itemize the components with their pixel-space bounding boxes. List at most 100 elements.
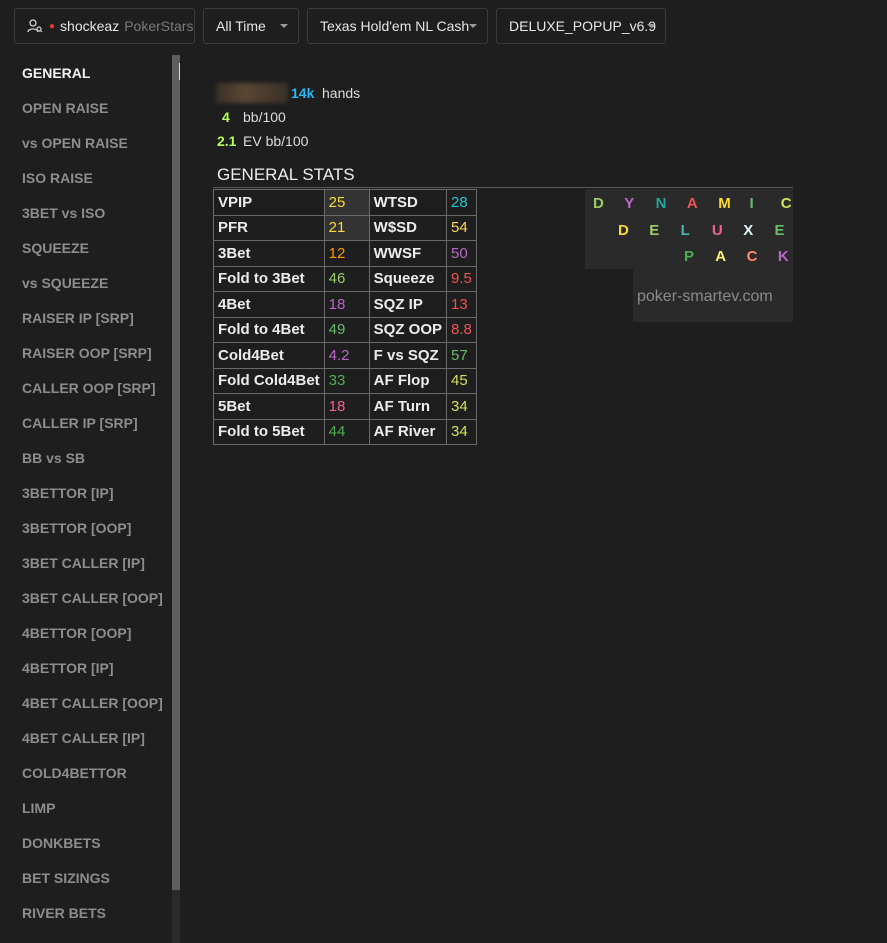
stat-value[interactable]: 25: [323, 189, 370, 216]
sidebar-item[interactable]: BET SIZINGS: [22, 870, 110, 886]
stat-label[interactable]: 5Bet: [213, 393, 325, 420]
player-selector[interactable]: ● shockeaz PokerStars: [14, 8, 195, 44]
sidebar-item[interactable]: RAISER IP [SRP]: [22, 310, 134, 326]
stat-label[interactable]: PFR: [213, 214, 325, 241]
text-cursor: [179, 63, 180, 80]
stat-label[interactable]: Fold to 3Bet: [213, 265, 325, 292]
sidebar-item[interactable]: 3BETTOR [OOP]: [22, 520, 131, 536]
hands-count: 14k: [291, 85, 315, 101]
promo-letter: N: [655, 195, 667, 212]
sidebar-item[interactable]: 3BET CALLER [IP]: [22, 555, 145, 571]
time-filter-dropdown[interactable]: All Time: [203, 8, 299, 44]
stat-label[interactable]: SQZ IP: [368, 291, 448, 318]
stat-label[interactable]: Fold to 5Bet: [213, 418, 325, 445]
sidebar-item[interactable]: 4BETTOR [OOP]: [22, 625, 131, 641]
stat-label[interactable]: Fold Cold4Bet: [213, 367, 325, 394]
promo-letter: X: [743, 222, 754, 239]
sidebar-item[interactable]: 3BETTOR [IP]: [22, 485, 114, 501]
stats-row: VPIP 25 WTSD 28: [213, 189, 477, 216]
promo-letter: D: [618, 222, 629, 239]
sidebar-item[interactable]: RAISER OOP [SRP]: [22, 345, 152, 361]
stat-value[interactable]: 12: [323, 240, 370, 267]
chevron-down-icon: [280, 24, 288, 28]
sidebar-item[interactable]: ISO RAISE: [22, 170, 93, 186]
sidebar-item[interactable]: SQUEEZE: [22, 240, 89, 256]
stats-row: 3Bet 12 WWSF 50: [213, 240, 477, 267]
promo-letter: E: [774, 222, 785, 239]
stat-value[interactable]: 45: [446, 367, 477, 394]
stat-label[interactable]: SQZ OOP: [368, 316, 448, 343]
stat-label[interactable]: WTSD: [368, 189, 448, 216]
sidebar-item[interactable]: 4BET CALLER [OOP]: [22, 695, 163, 711]
stat-label[interactable]: AF Flop: [368, 367, 448, 394]
stat-label[interactable]: 3Bet: [213, 240, 325, 267]
stat-label[interactable]: VPIP: [213, 189, 325, 216]
sidebar-item[interactable]: vs SQUEEZE: [22, 275, 108, 291]
stat-label[interactable]: F vs SQZ: [368, 342, 448, 369]
sidebar-item[interactable]: CALLER IP [SRP]: [22, 415, 138, 431]
sidebar-item[interactable]: CALLER OOP [SRP]: [22, 380, 156, 396]
stat-value[interactable]: 54: [446, 214, 477, 241]
sidebar-item[interactable]: 4BETTOR [IP]: [22, 660, 114, 676]
stat-value[interactable]: 8.8: [446, 316, 477, 343]
stat-value[interactable]: 21: [323, 214, 370, 241]
stat-value[interactable]: 28: [446, 189, 477, 216]
stat-label[interactable]: Fold to 4Bet: [213, 316, 325, 343]
stat-value[interactable]: 57: [446, 342, 477, 369]
sidebar-scrollbar-thumb[interactable]: [172, 55, 180, 890]
poker-site: PokerStars: [124, 18, 194, 34]
stat-label[interactable]: AF Turn: [368, 393, 448, 420]
promo-letter: Y: [624, 195, 635, 212]
stat-value[interactable]: 4.2: [323, 342, 370, 369]
stat-value[interactable]: 50: [446, 240, 477, 267]
stat-value[interactable]: 34: [446, 418, 477, 445]
sidebar-item[interactable]: BB vs SB: [22, 450, 85, 466]
chevron-down-icon: [647, 24, 655, 28]
sidebar-item[interactable]: vs OPEN RAISE: [22, 135, 128, 151]
ev-winrate-value: 2.1: [217, 133, 237, 149]
stat-value[interactable]: 18: [323, 393, 370, 420]
sidebar-item[interactable]: 3BET vs ISO: [22, 205, 105, 221]
blurred-player-name: [216, 83, 288, 103]
username: shockeaz: [60, 18, 120, 34]
stat-label[interactable]: AF River: [368, 418, 448, 445]
promo-letter: L: [680, 222, 690, 239]
promo-letter: K: [777, 248, 789, 265]
stats-row: 4Bet 18 SQZ IP 13: [213, 291, 477, 318]
stat-value[interactable]: 46: [323, 265, 370, 292]
stat-value[interactable]: 18: [323, 291, 370, 318]
game-filter-value: Texas Hold'em NL Cash: [320, 18, 470, 34]
stat-label[interactable]: Cold4Bet: [213, 342, 325, 369]
stat-label[interactable]: WWSF: [368, 240, 448, 267]
game-filter-dropdown[interactable]: Texas Hold'em NL Cash: [307, 8, 488, 44]
sidebar-item[interactable]: 4BET CALLER [IP]: [22, 730, 145, 746]
promo-site: poker-smartev.com: [637, 288, 773, 305]
sidebar-item[interactable]: 3BET CALLER [OOP]: [22, 590, 163, 606]
stats-row: Fold to 3Bet 46 Squeeze 9.5: [213, 265, 477, 292]
popup-dropdown[interactable]: DELUXE_POPUP_v6.9: [496, 8, 666, 44]
stat-value[interactable]: 34: [446, 393, 477, 420]
promo-letter: M: [718, 195, 731, 212]
section-title: GENERAL STATS: [217, 165, 355, 184]
promo-letter: P: [684, 248, 695, 265]
stat-label[interactable]: W$SD: [368, 214, 448, 241]
sidebar-item[interactable]: RIVER BETS: [22, 905, 106, 921]
promo-letter: E: [649, 222, 660, 239]
stats-row: Fold to 5Bet 44 AF River 34: [213, 418, 477, 445]
stat-value[interactable]: 33: [323, 367, 370, 394]
stat-value[interactable]: 13: [446, 291, 477, 318]
stat-value[interactable]: 49: [323, 316, 370, 343]
stat-label[interactable]: Squeeze: [368, 265, 448, 292]
sidebar-item[interactable]: GENERAL: [22, 65, 90, 81]
sidebar-item[interactable]: LIMP: [22, 800, 55, 816]
sidebar-item[interactable]: COLD4BETTOR: [22, 765, 127, 781]
stat-label[interactable]: 4Bet: [213, 291, 325, 318]
section-divider: [213, 187, 793, 188]
promo-letter: D: [593, 195, 604, 212]
stat-value[interactable]: 9.5: [446, 265, 477, 292]
sidebar-item[interactable]: DONKBETS: [22, 835, 101, 851]
winrate-label: bb/100: [243, 109, 286, 125]
stat-value[interactable]: 44: [323, 418, 370, 445]
sidebar-item[interactable]: OPEN RAISE: [22, 100, 108, 116]
time-filter-value: All Time: [216, 18, 266, 34]
